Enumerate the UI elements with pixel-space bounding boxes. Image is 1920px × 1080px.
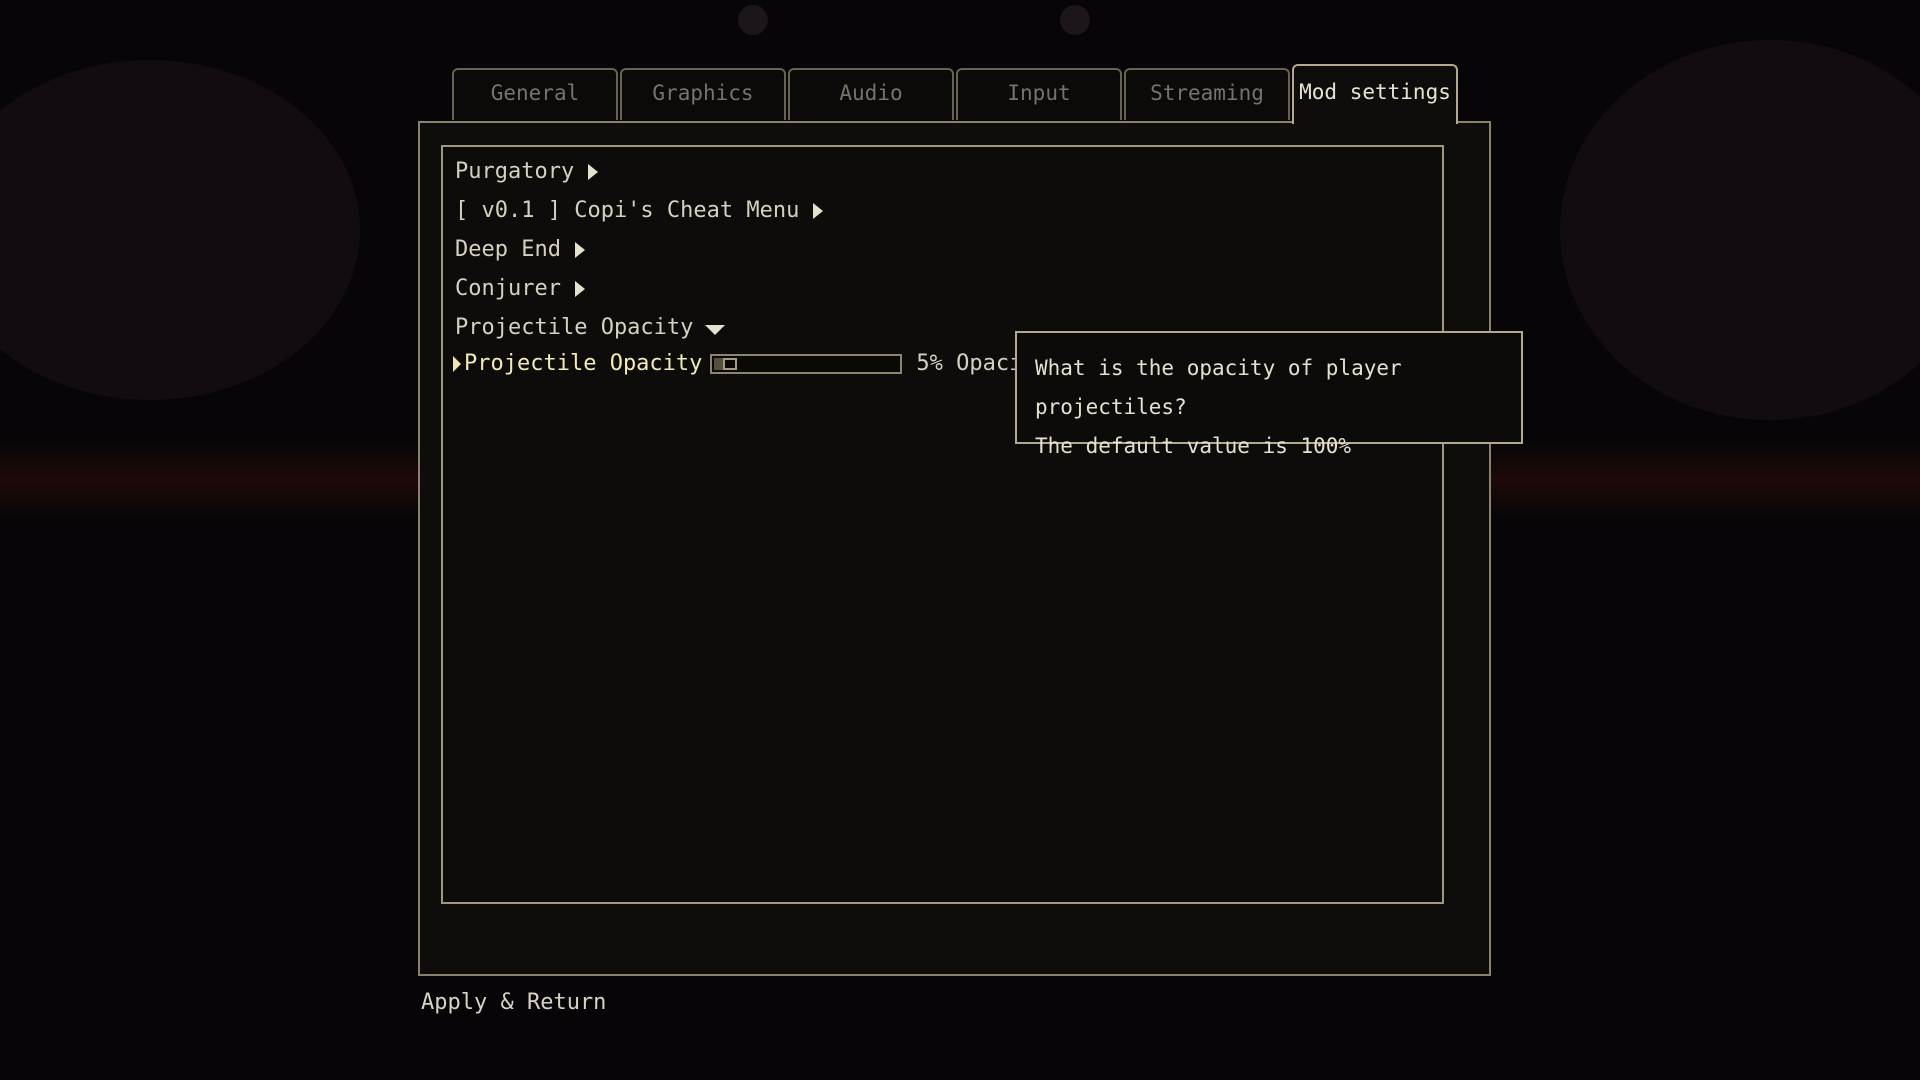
expand-arrow-icon	[574, 281, 585, 297]
setting-row-projectile-opacity[interactable]: Projectile Opacity 5% Opacity	[464, 349, 1049, 379]
mod-item-label: Projectile Opacity	[455, 315, 694, 340]
mod-item-purgatory[interactable]: Purgatory	[455, 157, 599, 187]
apply-return-button[interactable]: Apply & Return	[421, 990, 606, 1015]
mod-item-label: Conjurer	[455, 276, 561, 301]
bg-cave-shape	[0, 60, 360, 400]
tab-input[interactable]: Input	[956, 68, 1122, 120]
collapse-arrow-icon	[705, 325, 726, 335]
slider-handle[interactable]	[723, 358, 738, 370]
expand-arrow-icon	[574, 242, 585, 258]
mod-settings-panel: Purgatory [ v0.1 ] Copi's Cheat Menu Dee…	[441, 145, 1444, 904]
selection-caret-icon	[453, 356, 461, 372]
setting-tooltip: What is the opacity of player projectile…	[1015, 331, 1523, 458]
tab-graphics[interactable]: Graphics	[620, 68, 786, 120]
tab-mod-settings[interactable]: Mod settings	[1292, 64, 1458, 124]
tooltip-line: The default value is 100%	[1035, 434, 1352, 458]
opacity-slider[interactable]	[710, 354, 903, 374]
expand-arrow-icon	[813, 203, 824, 219]
expand-arrow-icon	[588, 164, 599, 180]
setting-label: Projectile Opacity	[464, 351, 703, 376]
tab-audio[interactable]: Audio	[788, 68, 954, 120]
tooltip-line: What is the opacity of player projectile…	[1035, 356, 1402, 419]
mod-item-label: Purgatory	[455, 159, 575, 184]
slider-fill	[714, 358, 724, 370]
mod-item-copis-cheat-menu[interactable]: [ v0.1 ] Copi's Cheat Menu	[455, 196, 824, 226]
bg-ornament	[1060, 5, 1090, 35]
mod-item-conjurer[interactable]: Conjurer	[455, 274, 585, 304]
tab-general[interactable]: General	[452, 68, 618, 120]
bg-cave-shape	[1560, 40, 1920, 420]
mod-item-deep-end[interactable]: Deep End	[455, 235, 585, 265]
bg-ornament	[738, 5, 768, 35]
mod-item-label: Deep End	[455, 237, 561, 262]
mod-item-projectile-opacity[interactable]: Projectile Opacity	[455, 313, 726, 343]
tab-streaming[interactable]: Streaming	[1124, 68, 1290, 120]
mod-item-label: [ v0.1 ] Copi's Cheat Menu	[455, 198, 800, 223]
